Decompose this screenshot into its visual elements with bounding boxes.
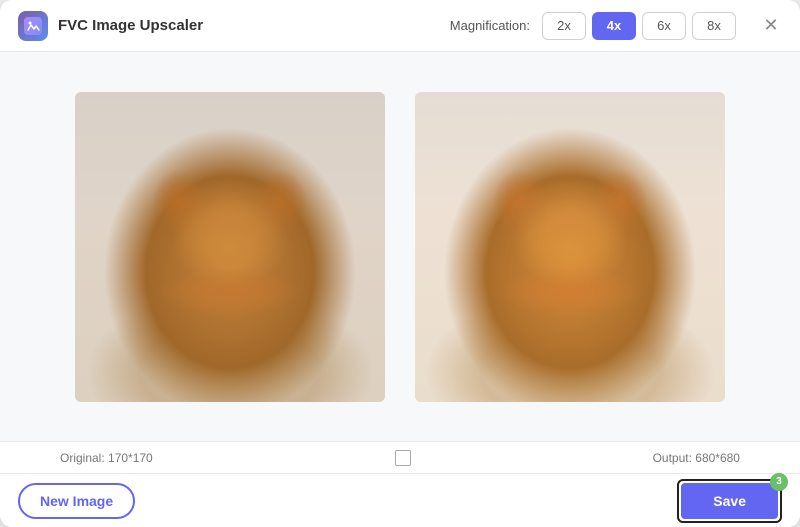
main-area (0, 52, 800, 441)
magnification-controls: 2x 4x 6x 8x (542, 12, 736, 40)
output-image (415, 92, 725, 402)
magnification-label: Magnification: (450, 18, 530, 33)
bottom-bar: New Image 3 Save (0, 473, 800, 527)
app-window: FVC Image Upscaler Magnification: 2x 4x … (0, 0, 800, 527)
notification-badge: 3 (770, 473, 788, 491)
mag-6x-button[interactable]: 6x (642, 12, 686, 40)
app-title: FVC Image Upscaler (58, 17, 203, 34)
save-button[interactable]: Save (681, 483, 778, 519)
original-image (75, 92, 385, 402)
save-wrapper: 3 Save (677, 479, 782, 523)
title-bar: FVC Image Upscaler Magnification: 2x 4x … (0, 0, 800, 52)
status-bar: Original: 170*170 Output: 680*680 (0, 441, 800, 473)
output-info: Output: 680*680 (653, 451, 740, 465)
new-image-button[interactable]: New Image (18, 483, 135, 519)
compare-icon[interactable] (395, 450, 411, 466)
mag-4x-button[interactable]: 4x (592, 12, 636, 40)
mag-8x-button[interactable]: 8x (692, 12, 736, 40)
close-button[interactable]: ✕ (760, 15, 782, 37)
original-image-panel (75, 92, 385, 402)
original-info: Original: 170*170 (60, 451, 153, 465)
mag-2x-button[interactable]: 2x (542, 12, 586, 40)
output-image-panel (415, 92, 725, 402)
right-actions: 3 Save (677, 479, 782, 523)
app-logo (18, 11, 48, 41)
